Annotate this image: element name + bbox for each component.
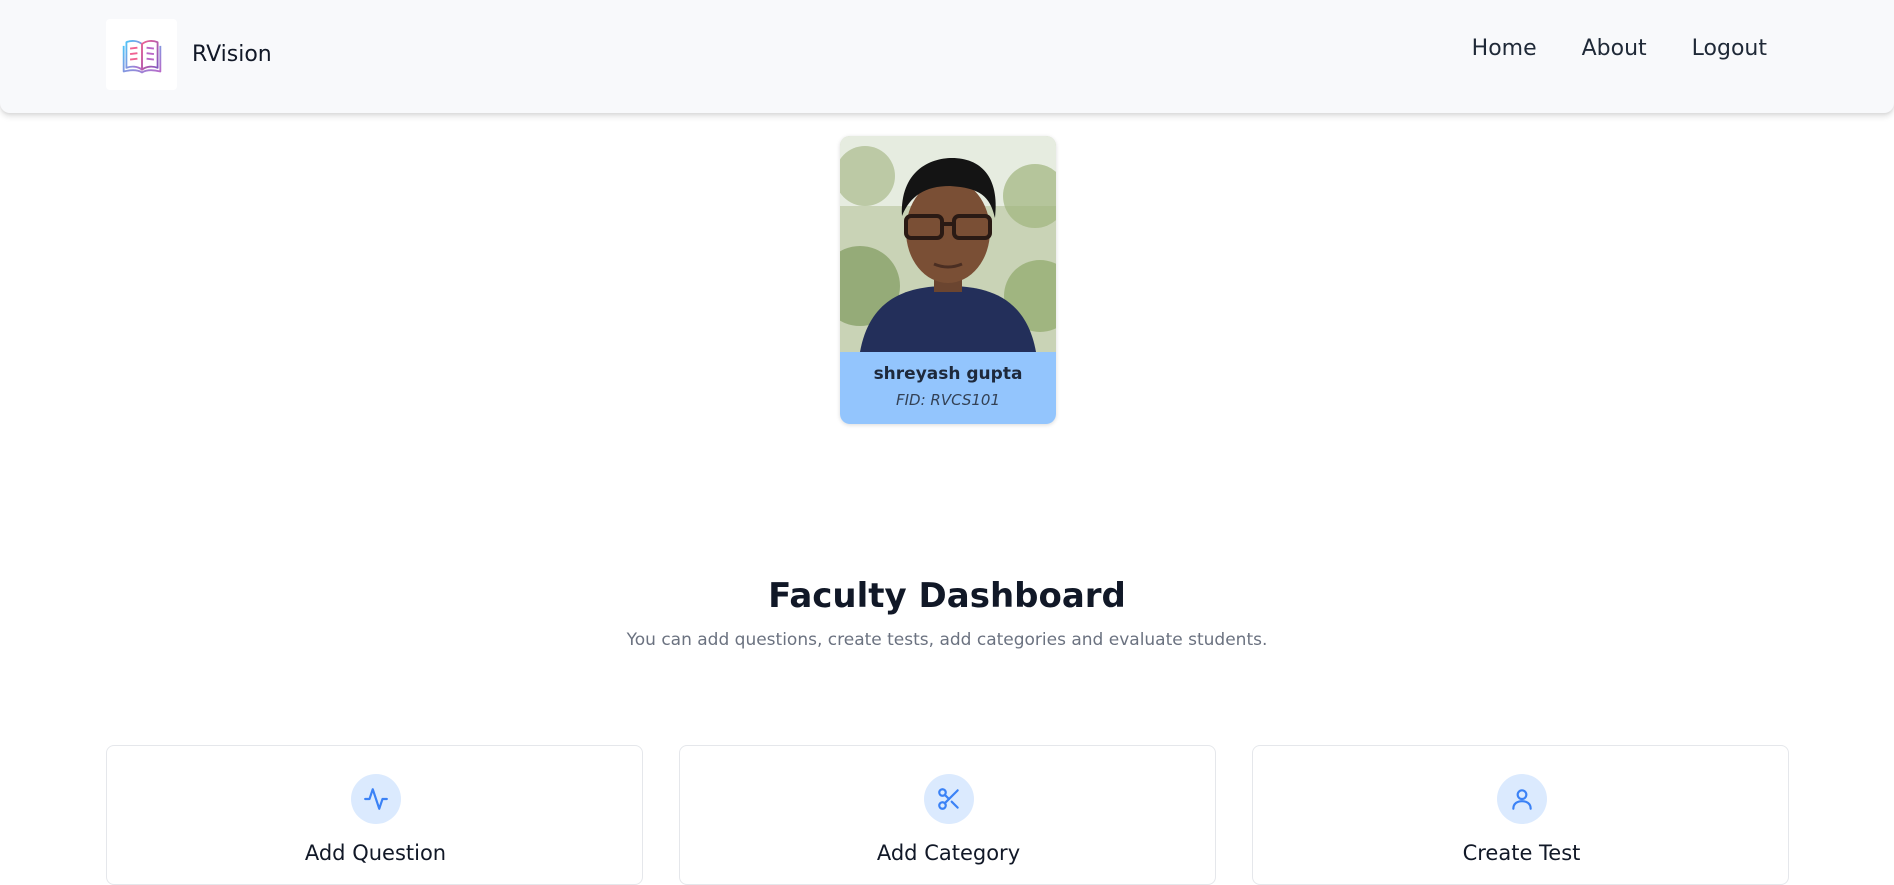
brand[interactable]: RVision [106,19,272,90]
nav-link-about[interactable]: About [1582,36,1647,61]
user-icon [1497,774,1547,824]
create-test-card[interactable]: Create Test [1252,745,1789,885]
nav-link-logout[interactable]: Logout [1692,36,1767,61]
profile-card: shreyash gupta FID: RVCS101 [840,136,1056,424]
navbar: RVision Home About Logout [0,0,1894,113]
logo[interactable] [106,19,177,90]
profile-name: shreyash gupta [873,364,1023,384]
profile-photo [840,136,1056,352]
activity-icon [351,774,401,824]
book-icon [122,39,161,73]
profile-info: shreyash gupta FID: RVCS101 [840,352,1056,424]
brand-name[interactable]: RVision [192,42,272,67]
add-category-card[interactable]: Add Category [679,745,1216,885]
add-question-card[interactable]: Add Question [106,745,643,885]
card-title: Add Question [304,841,447,865]
profile-fid: FID: RVCS101 [895,391,1000,409]
page-title: Faculty Dashboard [768,576,1126,616]
card-title: Create Test [1462,841,1581,865]
nav-links: Home About Logout [1427,36,1767,61]
nav-link-home[interactable]: Home [1472,36,1537,61]
scissors-icon [924,774,974,824]
page-subtitle: You can add questions, create tests, add… [626,630,1268,650]
card-title: Add Category [876,841,1021,865]
